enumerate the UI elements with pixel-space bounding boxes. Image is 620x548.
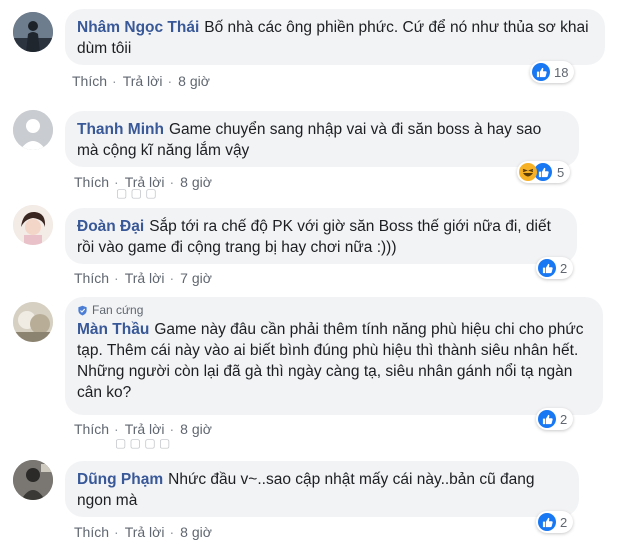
reply-action[interactable]: Trả lời	[123, 73, 163, 89]
comment-bubble: Thanh Minh Game chuyển sang nhập vai và đ…	[65, 111, 579, 167]
fan-badge: Fan cứng	[77, 303, 589, 317]
comment-timestamp[interactable]: 8 giờ	[178, 73, 210, 89]
faded-text: ▢ ▢ ▢ ▢	[115, 436, 171, 450]
reaction-summary[interactable]: 18	[530, 61, 575, 83]
reply-action[interactable]: Trả lời	[125, 524, 165, 540]
avatar[interactable]	[13, 460, 53, 500]
reaction-count: 5	[557, 164, 565, 180]
like-reaction-icon	[538, 259, 556, 277]
action-separator: ·	[112, 73, 117, 89]
comment-timestamp[interactable]: 8 giờ	[180, 174, 212, 190]
comment-bubble: Đoàn Đại Sắp tới ra chế độ PK với giờ săn…	[65, 208, 577, 264]
reply-action[interactable]: Trả lời	[125, 421, 165, 437]
like-action[interactable]: Thích	[74, 421, 109, 437]
action-separator: ·	[169, 174, 175, 190]
haha-reaction-icon	[519, 163, 537, 181]
badge-label: Fan cứng	[92, 303, 144, 317]
avatar-photo-icon	[13, 460, 53, 500]
avatar[interactable]	[13, 205, 53, 245]
reply-action[interactable]: Trả lời	[125, 174, 165, 190]
comment-actions: Thích · Trả lời · 8 giờ	[74, 524, 212, 540]
action-separator: ·	[167, 73, 173, 89]
comment-timestamp[interactable]: 8 giờ	[180, 524, 212, 540]
like-reaction-icon	[532, 63, 550, 81]
reaction-count: 2	[560, 411, 568, 427]
reaction-count: 18	[554, 64, 569, 80]
reaction-count: 2	[560, 260, 568, 276]
comment-actions: Thích · Trả lời · 8 giờ	[74, 421, 212, 437]
action-separator: ·	[114, 421, 119, 437]
reaction-summary[interactable]: 5	[517, 161, 571, 183]
reaction-summary[interactable]: 2	[536, 408, 574, 430]
comment-bubble: Dũng Phạm Nhức đầu v~..sao cập nhật mấy c…	[65, 461, 579, 517]
avatar[interactable]	[13, 110, 53, 150]
action-separator: ·	[169, 270, 175, 286]
comment-text: Sắp tới ra chế độ PK với giờ săn Boss th…	[77, 218, 551, 256]
default-avatar-icon	[13, 110, 53, 150]
like-reaction-icon	[538, 410, 556, 428]
comment-timestamp[interactable]: 8 giờ	[180, 421, 212, 437]
like-reaction-icon	[538, 513, 556, 531]
action-separator: ·	[169, 421, 175, 437]
comment-bubble: Nhâm Ngọc Thái Bố nhà các ông phiền phức.…	[65, 9, 605, 65]
action-separator: ·	[114, 270, 119, 286]
avatar[interactable]	[13, 302, 53, 342]
action-separator: ·	[114, 174, 119, 190]
reply-action[interactable]: Trả lời	[125, 270, 165, 286]
avatar[interactable]	[13, 12, 53, 52]
action-separator: ·	[114, 524, 119, 540]
comment-author[interactable]: Đoàn Đại	[77, 218, 144, 235]
like-action[interactable]: Thích	[74, 174, 109, 190]
like-action[interactable]: Thích	[74, 270, 109, 286]
avatar-photo-icon	[13, 205, 53, 245]
avatar-photo-icon	[13, 12, 53, 52]
comment-actions: Thích · Trả lời · 8 giờ	[74, 174, 212, 190]
like-action[interactable]: Thích	[72, 73, 107, 89]
comment-text: Game này đâu cần phải thêm tính năng phù…	[77, 321, 584, 401]
comment-bubble: Fan cứng Màn Thầu Game này đâu cần phải t…	[65, 297, 603, 415]
like-action[interactable]: Thích	[74, 524, 109, 540]
comment-author[interactable]: Thanh Minh	[77, 121, 164, 138]
comment-author[interactable]: Dũng Phạm	[77, 471, 163, 488]
action-separator: ·	[169, 524, 175, 540]
comment-author[interactable]: Màn Thầu	[77, 321, 149, 338]
comment-timestamp[interactable]: 7 giờ	[180, 270, 212, 286]
reaction-summary[interactable]: 2	[536, 511, 574, 533]
badge-icon	[78, 305, 87, 315]
comment-author[interactable]: Nhâm Ngọc Thái	[77, 19, 199, 36]
comment-actions: Thích · Trả lời · 7 giờ	[74, 270, 212, 286]
avatar-photo-icon	[13, 302, 53, 342]
reaction-summary[interactable]: 2	[536, 257, 574, 279]
comment-actions: Thích · Trả lời · 8 giờ	[72, 73, 210, 89]
reaction-count: 2	[560, 514, 568, 530]
